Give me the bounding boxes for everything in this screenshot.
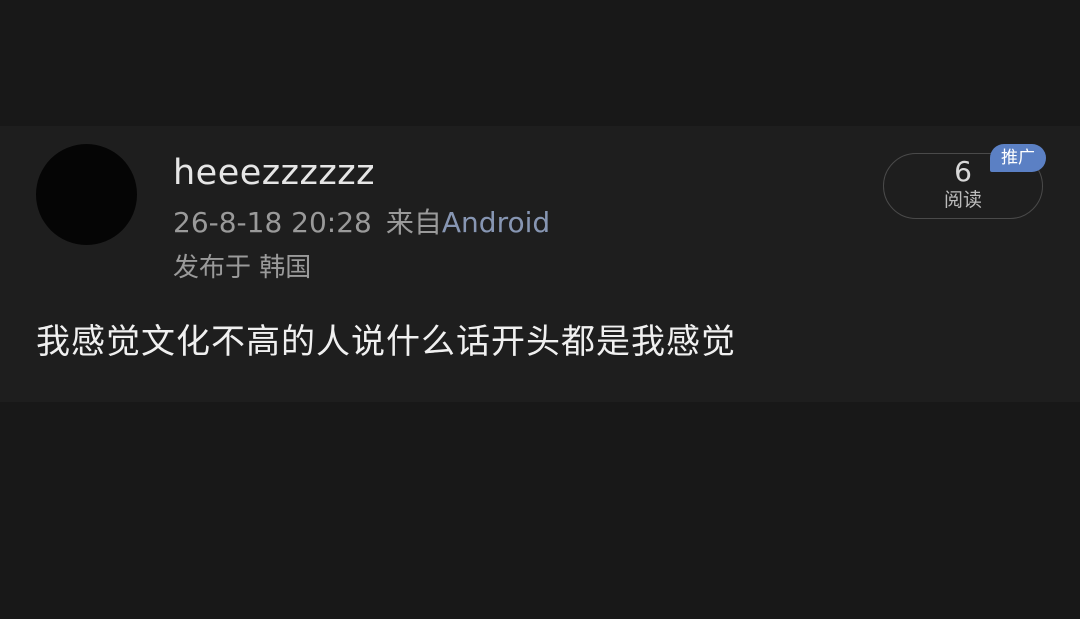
page: heeezzzzzz 26-8-18 20:28 来自Android 发布于 韩国… bbox=[0, 0, 1080, 619]
post-meta: 26-8-18 20:28 来自Android bbox=[173, 204, 550, 242]
post-content[interactable]: 我感觉文化不高的人说什么话开头都是我感觉 bbox=[36, 320, 736, 364]
source-prefix: 来自 bbox=[385, 206, 442, 239]
location: 发布于 韩国 bbox=[173, 253, 312, 283]
promo-badge: 推广 bbox=[990, 144, 1046, 172]
avatar[interactable] bbox=[36, 144, 137, 245]
timestamp: 26-8-18 20:28 bbox=[173, 206, 372, 239]
read-label: 阅读 bbox=[943, 189, 982, 211]
username[interactable]: heeezzzzzz bbox=[173, 151, 375, 195]
source-app-link[interactable]: Android bbox=[442, 206, 550, 239]
post-card[interactable]: heeezzzzzz 26-8-18 20:28 来自Android 发布于 韩国… bbox=[0, 126, 1080, 402]
